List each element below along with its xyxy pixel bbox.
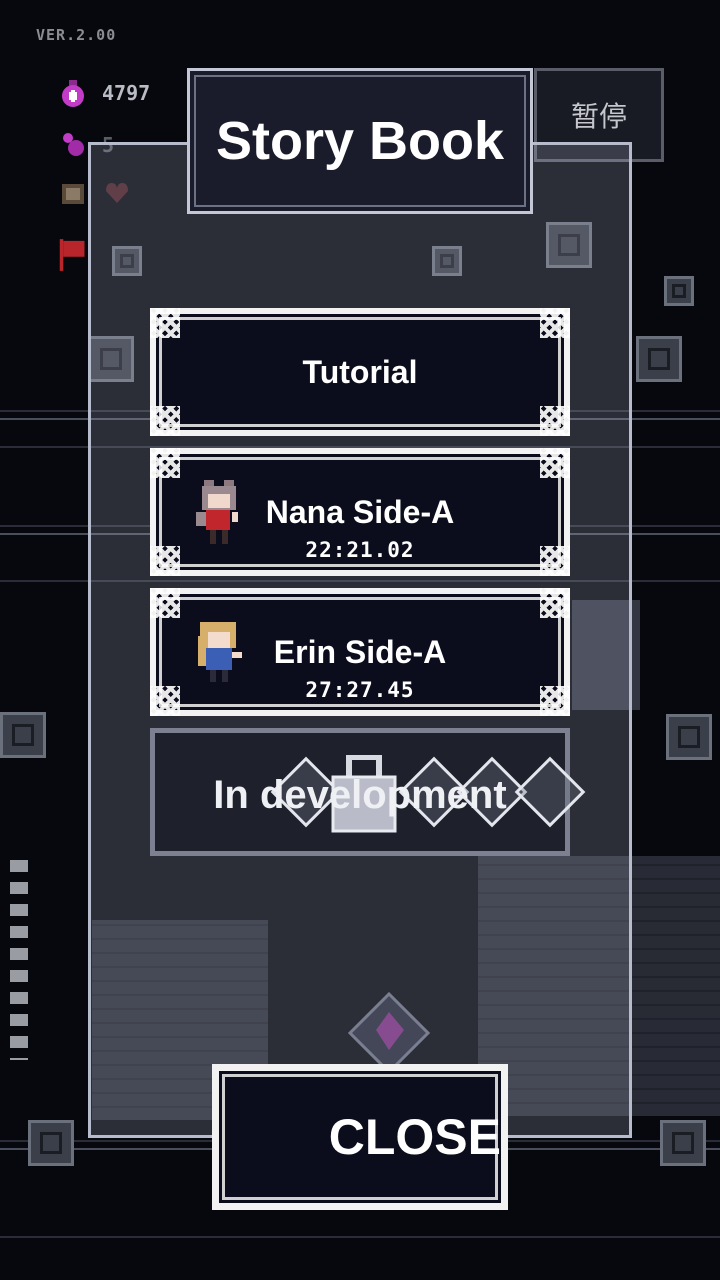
version-label: VER.2.00 xyxy=(36,26,117,44)
tutorial-button[interactable]: Tutorial xyxy=(150,308,570,436)
potion-counter: 4797 xyxy=(58,78,150,108)
erin-label: Erin Side-A xyxy=(273,634,447,670)
dialog-title-box: Story Book xyxy=(187,68,533,214)
gem-icon xyxy=(58,130,88,160)
stone-block xyxy=(666,714,712,760)
stone-block xyxy=(660,1120,706,1166)
close-label: CLOSE xyxy=(328,1109,501,1165)
nana-label: Nana Side-A xyxy=(265,494,455,530)
potion-count: 4797 xyxy=(102,81,151,105)
in-development-button: In development xyxy=(150,728,586,856)
erin-side-a-button[interactable]: Erin Side-A 27:27.45 xyxy=(150,588,570,716)
in-development-label: In development xyxy=(213,773,507,817)
stone-block xyxy=(664,276,694,306)
bag-icon xyxy=(58,178,88,208)
erin-best-time: 27:27.45 xyxy=(305,678,415,702)
close-button[interactable]: CLOSE xyxy=(212,1064,508,1210)
flag-indicator xyxy=(58,239,88,271)
tutorial-label: Tutorial xyxy=(302,354,418,390)
stone-block xyxy=(28,1120,74,1166)
nana-side-a-button[interactable]: Nana Side-A 22:21.02 xyxy=(150,448,570,576)
chain-decoration xyxy=(10,860,28,1060)
nana-best-time: 22:21.02 xyxy=(305,538,415,562)
stone-block xyxy=(0,712,46,758)
flag-icon xyxy=(58,239,88,271)
stone-block xyxy=(636,336,682,382)
dialog-title: Story Book xyxy=(215,111,505,171)
potion-icon xyxy=(58,78,88,108)
